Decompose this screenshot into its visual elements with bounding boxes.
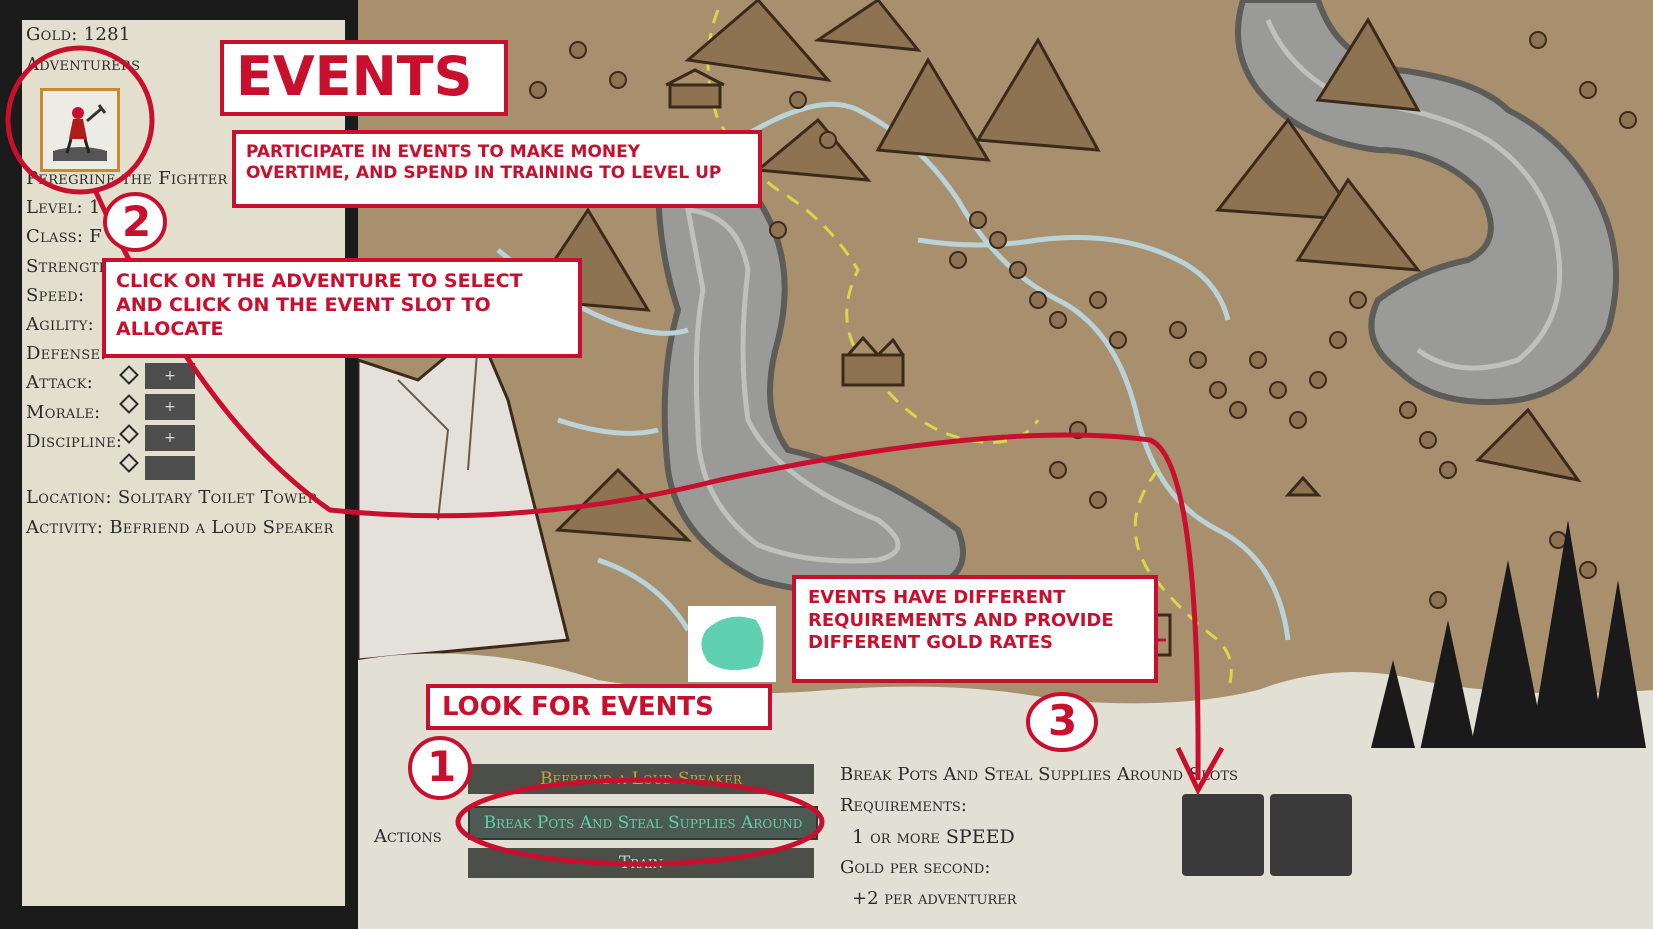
attack-plus-button[interactable]: + bbox=[145, 394, 195, 420]
discipline-plus-button[interactable] bbox=[145, 456, 195, 480]
requirements-annotation: Events have different requirements and p… bbox=[792, 575, 1158, 683]
event-slots-label: Slots bbox=[1188, 764, 1238, 785]
click-adventurer-annotation: Click on the adventure to select and cli… bbox=[102, 258, 582, 358]
action-button-befriend-label: Befriend a Loud Speaker bbox=[540, 769, 742, 789]
defense-stat: Defense: bbox=[26, 343, 107, 364]
step-2-number: 2 bbox=[122, 197, 152, 246]
agility-stat: Agility: bbox=[26, 314, 95, 335]
action-button-train[interactable]: Train bbox=[468, 848, 814, 878]
event-title-text: Break Pots And Steal Supplies Around bbox=[840, 764, 1184, 785]
step-3-number: 3 bbox=[1048, 696, 1078, 745]
look-for-events-annotation: Look for events bbox=[426, 684, 772, 730]
action-button-train-label: Train bbox=[618, 853, 664, 873]
action-button-break-pots-label: Break Pots And Steal Supplies Around bbox=[483, 813, 803, 833]
events-title-annotation: EVENTS bbox=[220, 40, 508, 116]
activity-stat: Activity: Befriend a Loud Speaker bbox=[26, 517, 334, 538]
event-slot-2[interactable] bbox=[1270, 794, 1352, 876]
actions-label: Actions bbox=[374, 826, 442, 847]
level-stat: Level: 1 bbox=[26, 197, 101, 218]
gold-counter: Gold: 1281 bbox=[26, 24, 131, 45]
requirements-label: Requirements: bbox=[840, 795, 967, 816]
gold-rate-value: +2 per adventurer bbox=[852, 888, 1017, 909]
action-button-befriend[interactable]: Befriend a Loud Speaker bbox=[468, 764, 814, 794]
gold-rate-label: Gold per second: bbox=[840, 857, 991, 878]
event-slot-1[interactable] bbox=[1182, 794, 1264, 876]
morale-stat: Morale: bbox=[26, 402, 101, 423]
event-title: Break Pots And Steal Supplies Around Slo… bbox=[840, 764, 1238, 785]
class-stat: Class: F bbox=[26, 226, 103, 247]
tent-icon bbox=[1284, 475, 1322, 497]
farmhouse-icon bbox=[665, 68, 725, 109]
requirement-value: 1 or more SPEED bbox=[852, 826, 1015, 848]
morale-plus-button[interactable]: + bbox=[145, 425, 195, 451]
location-stat: Location: Solitary Toilet Tower bbox=[26, 487, 318, 508]
adventurer-name: Peregrine the Fighter bbox=[26, 168, 228, 189]
attack-stat: Attack: bbox=[26, 372, 94, 393]
fighter-icon bbox=[43, 91, 117, 169]
step-1-number: 1 bbox=[427, 742, 457, 791]
participate-annotation: Participate in events to make money over… bbox=[232, 130, 762, 208]
speed-stat: Speed: bbox=[26, 285, 85, 306]
discipline-stat: Discipline: bbox=[26, 431, 123, 452]
defense-plus-button[interactable]: + bbox=[145, 363, 195, 389]
action-button-break-pots[interactable]: Break Pots And Steal Supplies Around bbox=[468, 806, 818, 840]
adventurer-portrait[interactable] bbox=[40, 88, 120, 172]
adventurers-heading: Adventurers bbox=[26, 54, 141, 75]
